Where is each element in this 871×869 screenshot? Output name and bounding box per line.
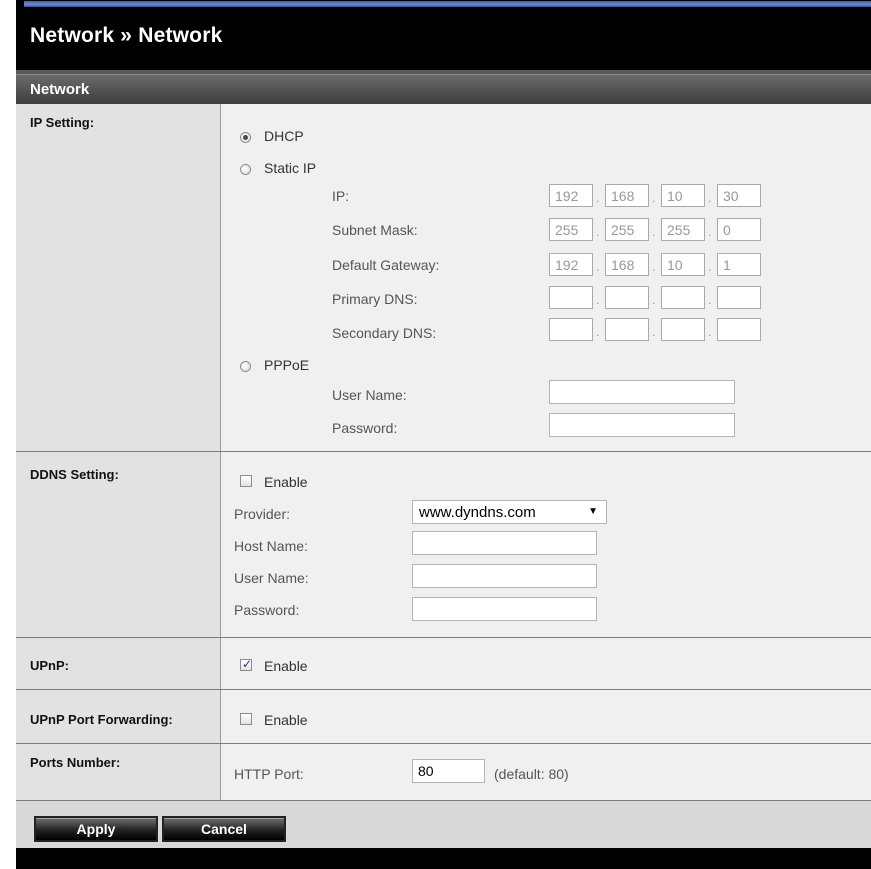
ip-dot: . [708,325,712,339]
primary-dns-label: Primary DNS: [332,291,418,307]
http-port-default-hint: (default: 80) [494,766,569,782]
ip-dot: . [596,325,600,339]
ip-dot: . [596,293,600,307]
subnet-octet-2[interactable] [605,218,649,241]
ip-dot: . [708,293,712,307]
ddns-provider-value: www.dyndns.com [419,504,536,521]
ddns-setting-label-cell: DDNS Setting: [16,452,221,638]
ddns-provider-label: Provider: [234,506,291,522]
http-port-input[interactable] [412,759,485,783]
ddns-password-label: Password: [234,602,300,618]
upnp-port-forwarding-label-cell: UPnP Port Forwarding: [16,690,221,744]
gateway-octet-4[interactable] [717,253,761,276]
ip-dot: . [652,191,656,205]
subnet-octet-1[interactable] [549,218,593,241]
ip-octet-3[interactable] [661,184,705,207]
secondary-dns-octet-4[interactable] [717,318,761,341]
pppoe-label: PPPoE [264,357,310,373]
ddns-user-name-label: User Name: [234,570,309,586]
default-gateway-label: Default Gateway: [332,257,440,273]
primary-dns-octet-1[interactable] [549,286,593,309]
subnet-mask-label: Subnet Mask: [332,222,418,238]
ip-octet-4[interactable] [717,184,761,207]
button-bar: Apply Cancel [16,800,871,848]
ip-dot: . [596,191,600,205]
page-title-bar: Network » Network [16,8,871,70]
pppoe-password-label: Password: [332,420,398,436]
ip-dot: . [652,260,656,274]
ip-octet-2[interactable] [605,184,649,207]
ports-number-label-cell: Ports Number: [16,744,221,800]
upnp-port-forwarding-enable-checkbox[interactable] [240,713,252,725]
secondary-dns-octet-1[interactable] [549,318,593,341]
ip-dot: . [708,260,712,274]
primary-dns-octet-2[interactable] [605,286,649,309]
ddns-host-name-label: Host Name: [234,538,308,554]
upnp-label: UPnP: [30,658,69,673]
ip-dot: . [652,225,656,239]
ip-address-label: IP: [332,188,350,204]
settings-form: IP Setting: DHCP Static IP IP: . . . Sub… [16,104,871,800]
pppoe-radio[interactable] [240,361,251,372]
apply-button[interactable]: Apply [34,816,158,842]
http-port-label: HTTP Port: [234,766,304,782]
ddns-enable-label: Enable [264,474,308,490]
static-ip-radio[interactable] [240,164,251,175]
bottom-bar [16,848,871,869]
upnp-port-forwarding-enable-label: Enable [264,712,308,728]
pppoe-user-name-input[interactable] [549,380,735,404]
ip-dot: . [708,191,712,205]
settings-window: Network » Network Network IP Setting: DH… [16,0,871,869]
cancel-button[interactable]: Cancel [162,816,286,842]
ddns-enable-checkbox[interactable] [240,475,252,487]
ddns-password-input[interactable] [412,597,597,621]
ip-dot: . [708,225,712,239]
static-ip-label: Static IP [264,160,317,176]
dhcp-label: DHCP [264,128,304,144]
top-accent-bar [16,0,871,8]
ip-setting-label: IP Setting: [30,115,95,130]
section-title: Network [30,81,90,98]
pppoe-password-input[interactable] [549,413,735,437]
secondary-dns-octet-2[interactable] [605,318,649,341]
ddns-user-name-input[interactable] [412,564,597,588]
primary-dns-octet-4[interactable] [717,286,761,309]
ddns-provider-select[interactable]: www.dyndns.com ▼ [412,500,607,524]
upnp-port-forwarding-label: UPnP Port Forwarding: [30,712,173,727]
section-header: Network [16,74,871,104]
ip-dot: . [652,293,656,307]
primary-dns-octet-3[interactable] [661,286,705,309]
ip-setting-label-cell: IP Setting: [16,104,221,452]
ddns-setting-label: DDNS Setting: [30,467,119,482]
subnet-octet-3[interactable] [661,218,705,241]
upnp-label-cell: UPnP: [16,638,221,690]
ip-octet-1[interactable] [549,184,593,207]
gateway-octet-1[interactable] [549,253,593,276]
ip-dot: . [652,325,656,339]
ip-dot: . [596,225,600,239]
upnp-enable-label: Enable [264,658,308,674]
gateway-octet-2[interactable] [605,253,649,276]
dropdown-arrow-icon: ▼ [588,506,598,517]
secondary-dns-label: Secondary DNS: [332,325,437,341]
gateway-octet-3[interactable] [661,253,705,276]
pppoe-user-name-label: User Name: [332,387,407,403]
ddns-host-name-input[interactable] [412,531,597,555]
ip-dot: . [596,260,600,274]
page-title: Network » Network [30,24,223,47]
secondary-dns-octet-3[interactable] [661,318,705,341]
ports-number-label: Ports Number: [30,755,121,770]
upnp-enable-checkbox[interactable] [240,657,252,671]
subnet-octet-4[interactable] [717,218,761,241]
dhcp-radio[interactable] [240,132,251,143]
